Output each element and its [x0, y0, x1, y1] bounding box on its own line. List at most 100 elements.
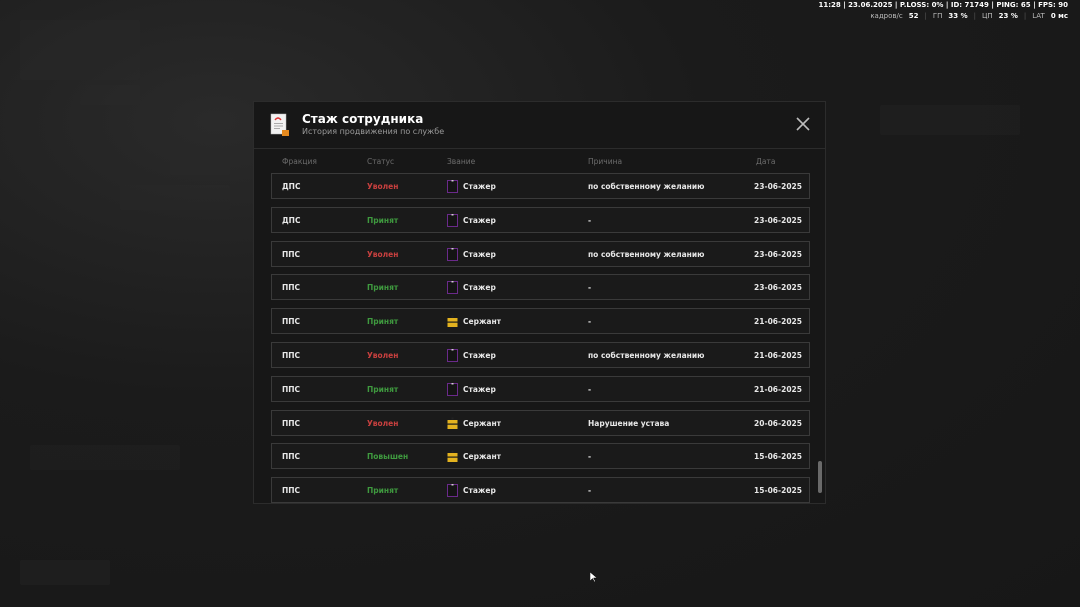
- gpu-value: 33 %: [948, 12, 968, 20]
- row-reason: -: [588, 486, 592, 496]
- table-row: ППС Принят Стажер - 23-06-2025: [271, 274, 810, 301]
- row-date: 15-06-2025: [754, 486, 802, 496]
- row-fraction: ДПС: [282, 215, 301, 225]
- row-status: Уволен: [367, 249, 399, 259]
- row-rank: Стажер: [463, 182, 496, 191]
- background-shape: [20, 560, 110, 585]
- row-date: 21-06-2025: [754, 317, 802, 327]
- table-header: Фракция Статус Звание Причина Дата: [254, 157, 825, 169]
- table-row: ППС Принят Стажер - 21-06-2025: [271, 375, 810, 402]
- cpu-value: 23 %: [998, 12, 1018, 20]
- background-shape: [80, 85, 140, 105]
- row-fraction: ППС: [282, 317, 301, 327]
- table-row: ППС Принят Стажер - 15-06-2025: [271, 477, 810, 504]
- row-rank: Стажер: [463, 351, 496, 360]
- hud-divider: |: [973, 12, 976, 20]
- trainee-badge-icon: [447, 247, 458, 261]
- fps-value: 52: [908, 12, 919, 20]
- close-icon[interactable]: [795, 116, 811, 132]
- row-fraction: ППС: [282, 249, 301, 259]
- table-row: ППС Уволен Стажер по собственному желанию 21…: [271, 342, 810, 368]
- row-fraction: ППС: [282, 418, 301, 428]
- hud-divider: |: [924, 12, 927, 20]
- modal-subtitle: История продвижения по службе: [302, 127, 445, 136]
- sergeant-badge-icon: [447, 450, 458, 463]
- row-date: 20-06-2025: [754, 418, 802, 428]
- table-row: ППС Уволен Стажер по собственному желанию 23…: [271, 240, 810, 267]
- row-rank: Сержант: [463, 317, 502, 327]
- column-rank: Звание: [447, 157, 476, 166]
- row-date: 23-06-2025: [754, 249, 802, 259]
- table-row: ДПС Уволен Стажер по собственному желанию 23…: [271, 173, 810, 199]
- row-status: Принят: [367, 283, 399, 293]
- hud-performance: кадров/с 52 | ГП 33 % | ЦП 23 % | LAT 0 …: [870, 12, 1068, 20]
- column-status: Статус: [367, 157, 395, 166]
- row-status: Уволен: [367, 351, 399, 360]
- row-reason: -: [588, 384, 592, 394]
- background-shape: [20, 20, 140, 80]
- row-rank: Стажер: [463, 283, 496, 293]
- row-status: Принят: [367, 486, 399, 496]
- row-rank: Стажер: [463, 486, 496, 496]
- row-rank: Сержант: [463, 452, 502, 462]
- trainee-badge-icon: [447, 349, 458, 362]
- trainee-badge-icon: [447, 213, 458, 227]
- row-status: Уволен: [367, 182, 399, 191]
- column-date: Дата: [756, 157, 776, 166]
- cpu-label: ЦП: [981, 12, 993, 20]
- hud-status-line: 11:28 | 23.06.2025 | P.LOSS: 0% | ID: 71…: [818, 1, 1068, 9]
- row-reason: -: [588, 317, 592, 327]
- row-reason: Нарушение устава: [588, 418, 670, 428]
- row-fraction: ППС: [282, 452, 301, 462]
- row-date: 21-06-2025: [754, 384, 802, 394]
- table-row: ДПС Принят Стажер - 23-06-2025: [271, 206, 810, 233]
- column-reason: Причина: [588, 157, 623, 166]
- trainee-badge-icon: [447, 382, 458, 396]
- hud-divider: |: [1023, 12, 1027, 20]
- row-rank: Сержант: [463, 418, 502, 428]
- row-date: 23-06-2025: [754, 182, 802, 191]
- column-fraction: Фракция: [282, 157, 317, 166]
- document-icon: [270, 113, 289, 136]
- row-status: Принят: [367, 215, 399, 225]
- background-shape: [30, 445, 180, 470]
- employee-experience-modal: Стаж сотрудника История продвижения по с…: [253, 101, 826, 504]
- row-date: 23-06-2025: [754, 283, 802, 293]
- table-row: ППС Уволен Сержант Нарушение устава 20-06-20…: [271, 409, 810, 436]
- row-reason: -: [588, 452, 592, 462]
- gpu-label: ГП: [932, 12, 943, 20]
- row-reason: -: [588, 283, 592, 293]
- row-date: 23-06-2025: [754, 215, 802, 225]
- fps-label: кадров/с: [870, 12, 903, 20]
- background-shape: [170, 150, 230, 175]
- lat-label: LAT: [1032, 12, 1045, 20]
- background-shape: [120, 185, 230, 210]
- row-fraction: ППС: [282, 384, 301, 394]
- table-row: ППС Принят Сержант - 21-06-2025: [271, 308, 810, 335]
- row-fraction: ППС: [282, 351, 301, 360]
- lat-value: 0 мс: [1050, 12, 1068, 20]
- row-reason: по собственному желанию: [588, 351, 705, 360]
- background-shape: [880, 105, 1020, 135]
- row-status: Уволен: [367, 418, 399, 428]
- trainee-badge-icon: [447, 484, 458, 498]
- scrollbar-thumb[interactable]: [818, 461, 822, 493]
- row-status: Принят: [367, 384, 399, 394]
- sergeant-badge-icon: [447, 417, 458, 429]
- row-reason: -: [588, 215, 592, 225]
- row-fraction: ДПС: [282, 182, 301, 191]
- mouse-cursor-icon: [590, 572, 598, 582]
- modal-title: Стаж сотрудника: [302, 112, 424, 126]
- row-rank: Стажер: [463, 384, 496, 394]
- row-fraction: ППС: [282, 283, 301, 293]
- sergeant-badge-icon: [447, 315, 458, 328]
- row-rank: Стажер: [463, 249, 496, 259]
- row-date: 21-06-2025: [754, 351, 802, 360]
- row-rank: Стажер: [463, 215, 496, 225]
- row-date: 15-06-2025: [754, 452, 802, 462]
- modal-header: Стаж сотрудника История продвижения по с…: [254, 102, 825, 149]
- trainee-badge-icon: [447, 180, 458, 193]
- row-status: Принят: [367, 317, 399, 327]
- row-status: Повышен: [367, 452, 409, 462]
- table-row: ППС Повышен Сержант - 15-06-2025: [271, 443, 810, 470]
